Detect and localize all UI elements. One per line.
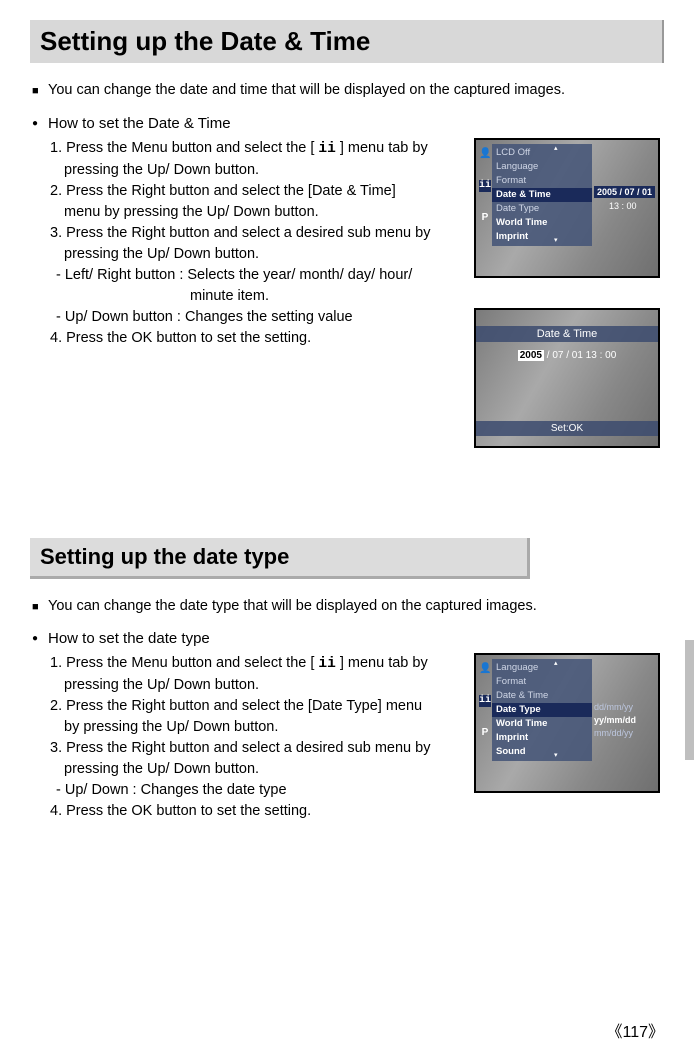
section2-title: Setting up the date type <box>30 538 530 579</box>
lcd2-date: 2005 / 07 / 01 13 : 00 <box>476 350 658 361</box>
section2-intro: You can change the date type that will b… <box>30 597 664 617</box>
s1-note2: - Up/ Down button : Changes the setting … <box>50 307 462 328</box>
person-icon-2: 👤 <box>479 663 491 675</box>
lcd1-item-worldtime: World Time <box>492 216 592 230</box>
s2-step1a: 1. Press the Menu button and select the … <box>50 655 314 671</box>
lcd-screenshot-3: 👤 ii P ▴ Language Format Date & Time Dat… <box>474 653 660 793</box>
page-number: 《117》 <box>606 1018 664 1042</box>
setup-tab-icon: ii <box>479 180 491 192</box>
lcd3-item-imprint: Imprint <box>492 731 592 745</box>
s1-step4: 4. Press the OK button to set the settin… <box>50 328 462 349</box>
lcd-screenshot-1: 👤 ii P ▴ LCD Off Language Format Date & … <box>474 138 660 278</box>
s2-step4: 4. Press the OK button to set the settin… <box>50 801 462 822</box>
chevron-down-icon-2: ▾ <box>554 749 558 763</box>
lcd3-options: dd/mm/yy yy/mm/dd mm/dd/yy <box>594 701 636 740</box>
lcd1-item-imprint: Imprint <box>492 230 592 244</box>
lcd3-item-datetype: Date Type <box>492 703 592 717</box>
lcd1-item-datetime: Date & Time <box>492 188 592 202</box>
section1-title: Setting up the Date & Time <box>30 20 664 63</box>
s1-step2b: menu by pressing the Up/ Down button. <box>50 202 462 223</box>
lcd3-item-datetime: Date & Time <box>492 689 592 703</box>
s2-step1b: ] menu tab by <box>340 655 428 671</box>
lcd1-item-format: Format <box>492 174 592 188</box>
section1-steps: 1. Press the Menu button and select the … <box>30 138 462 349</box>
lcd3-item-worldtime: World Time <box>492 717 592 731</box>
section2-steps: 1. Press the Menu button and select the … <box>30 653 462 822</box>
chevron-up-icon-2: ▴ <box>554 657 558 671</box>
lcd1-subvalue: 13 : 00 <box>609 201 637 211</box>
s1-note1a: - Left/ Right button : Selects the year/… <box>50 265 462 286</box>
s1-step1a: 1. Press the Menu button and select the … <box>50 140 314 156</box>
lcd3-opt-yymmdd: yy/mm/dd <box>594 714 636 727</box>
p-mode-icon-2: P <box>479 727 491 739</box>
s2-step3a: 3. Press the Right button and select a d… <box>50 738 462 759</box>
s1-step1c: pressing the Up/ Down button. <box>50 160 462 181</box>
s1-step3a: 3. Press the Right button and select a d… <box>50 223 462 244</box>
lcd3-opt-ddmmyy: dd/mm/yy <box>594 701 636 714</box>
s2-step2a: 2. Press the Right button and select the… <box>50 696 462 717</box>
setup-menu-icon: ii <box>318 139 335 160</box>
p-mode-icon: P <box>479 212 491 224</box>
lcd3-item-format: Format <box>492 675 592 689</box>
lcd3-menu: ▴ Language Format Date & Time Date Type … <box>492 659 592 761</box>
section1-howto: How to set the Date & Time <box>30 115 664 132</box>
s1-note1b: minute item. <box>50 286 462 307</box>
lcd-screenshot-2: Date & Time 2005 / 07 / 01 13 : 00 Set:O… <box>474 308 660 448</box>
s2-note1: - Up/ Down : Changes the date type <box>50 780 462 801</box>
page-side-tab <box>685 640 694 760</box>
lcd1-item-lcdoff: LCD Off <box>492 146 592 160</box>
lcd2-year-highlight: 2005 <box>518 350 544 361</box>
lcd3-item-language: Language <box>492 661 592 675</box>
lcd3-item-sound: Sound <box>492 745 592 759</box>
lcd2-setok: Set:OK <box>476 421 658 436</box>
lcd2-rest: / 07 / 01 13 : 00 <box>547 350 617 361</box>
s2-step2b: by pressing the Up/ Down button. <box>50 717 462 738</box>
setup-menu-icon-2: ii <box>318 654 335 675</box>
s2-step3b: pressing the Up/ Down button. <box>50 759 462 780</box>
s1-step2a: 2. Press the Right button and select the… <box>50 181 462 202</box>
lcd1-item-language: Language <box>492 160 592 174</box>
chevron-down-icon: ▾ <box>554 234 558 248</box>
lcd1-value: 2005 / 07 / 01 <box>594 186 655 198</box>
section2-howto: How to set the date type <box>30 630 664 647</box>
s2-step1c: pressing the Up/ Down button. <box>50 675 462 696</box>
s1-step3b: pressing the Up/ Down button. <box>50 244 462 265</box>
person-icon: 👤 <box>479 148 491 160</box>
chevron-up-icon: ▴ <box>554 142 558 156</box>
lcd2-title: Date & Time <box>476 326 658 342</box>
section1-intro: You can change the date and time that wi… <box>30 81 664 101</box>
lcd1-menu: ▴ LCD Off Language Format Date & Time Da… <box>492 144 592 246</box>
s1-step1b: ] menu tab by <box>340 140 428 156</box>
setup-tab-icon-2: ii <box>479 695 491 707</box>
lcd1-item-datetype: Date Type <box>492 202 592 216</box>
lcd3-opt-mmddyy: mm/dd/yy <box>594 727 636 740</box>
